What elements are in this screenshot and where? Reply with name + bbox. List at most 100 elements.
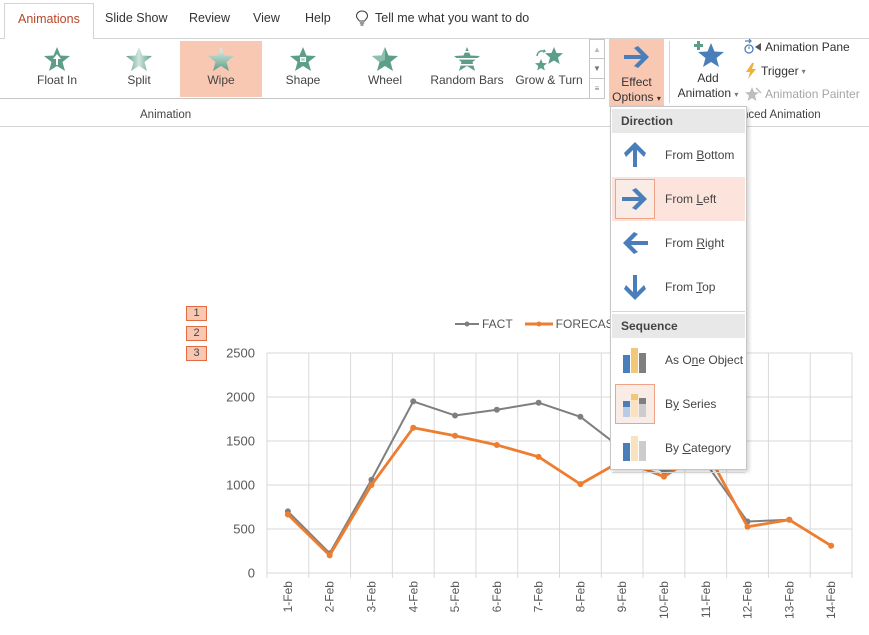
- wipe-star-icon: [208, 47, 234, 71]
- ribbon-tab-bar: Animations Slide Show Review View Help T…: [0, 0, 869, 40]
- x-tick-label: 13-Feb: [782, 581, 796, 619]
- add-animation-label-line2: Animation ▾: [674, 86, 742, 102]
- animation-pane-label: Animation Pane: [765, 40, 850, 54]
- x-tick-label: 12-Feb: [741, 581, 755, 619]
- menu-item-from-bottom[interactable]: From Bottom: [612, 133, 745, 177]
- shape-star-icon: [290, 47, 316, 71]
- menu-item-from-left[interactable]: From Left: [612, 177, 745, 221]
- chevron-down-icon: ▾: [656, 94, 661, 103]
- menu-item-as-one-object[interactable]: As One Object: [612, 338, 745, 382]
- x-tick-label: 14-Feb: [824, 581, 838, 619]
- line-chart[interactable]: 0 500 1000 1500 2000 2500 1-Feb 2-Feb 3-Feb 4-Feb…: [210, 340, 869, 635]
- tab-review[interactable]: Review: [176, 3, 243, 39]
- chevron-down-icon: ▾: [801, 66, 806, 76]
- split-star-icon: [126, 47, 152, 71]
- gallery-grow-turn[interactable]: Grow & Turn: [508, 41, 590, 97]
- menu-item-by-category[interactable]: By Category: [612, 426, 745, 470]
- x-tick-label: 6-Feb: [490, 581, 504, 613]
- data-point-forecast: [452, 432, 459, 439]
- data-point-fact: [452, 412, 459, 419]
- animation-tag-2[interactable]: 2: [186, 326, 207, 341]
- data-point-forecast: [577, 481, 584, 488]
- gallery-wheel[interactable]: Wheel: [344, 41, 426, 97]
- animation-tag-1[interactable]: 1: [186, 306, 207, 321]
- gallery-scroll-up-button[interactable]: ▲: [590, 40, 604, 60]
- data-point-forecast: [410, 424, 417, 431]
- effect-options-text: Options: [612, 90, 654, 104]
- gallery-float-in[interactable]: Float In: [16, 41, 98, 97]
- data-point-fact: [410, 398, 417, 405]
- effect-options-menu: Direction From Bottom From Left From Rig…: [610, 106, 747, 473]
- add-animation-text: Animation: [677, 86, 731, 100]
- arrow-up-icon: [615, 135, 655, 175]
- tab-view[interactable]: View: [240, 3, 293, 39]
- y-tick-label: 1000: [226, 478, 255, 493]
- legend-item-forecast: FORECAS: [524, 317, 614, 331]
- gallery-label: Grow & Turn: [515, 73, 583, 87]
- group-label-advanced-animation: nced Animation: [742, 109, 821, 121]
- animation-pane-button[interactable]: Animation Pane: [744, 37, 850, 57]
- data-point-forecast: [828, 542, 835, 549]
- add-animation-star-icon: [694, 41, 724, 67]
- group-label-animation: Animation: [140, 109, 192, 121]
- tell-me-search[interactable]: Tell me what you want to do: [355, 3, 529, 33]
- x-tick-label: 3-Feb: [364, 581, 378, 613]
- y-tick-label: 500: [233, 522, 255, 537]
- gallery-shape[interactable]: Shape: [262, 41, 344, 97]
- as-one-object-icon: [615, 340, 655, 380]
- gallery-label: Float In: [36, 73, 78, 87]
- menu-item-label: By Series: [665, 397, 717, 411]
- effect-options-button[interactable]: Effect Options ▾: [609, 39, 664, 107]
- data-point-forecast: [284, 511, 291, 518]
- gallery-label: Wheel: [367, 73, 402, 87]
- y-tick-label: 0: [248, 566, 255, 581]
- gallery-label: Wipe: [207, 73, 235, 87]
- tab-slide-show[interactable]: Slide Show: [92, 3, 181, 39]
- tab-help[interactable]: Help: [292, 3, 344, 39]
- menu-item-label: From Right: [665, 236, 725, 250]
- data-point-forecast: [368, 482, 375, 488]
- trigger-button[interactable]: Trigger ▾: [744, 61, 806, 81]
- gallery-split[interactable]: Split: [98, 41, 180, 97]
- menu-item-from-right[interactable]: From Right: [612, 221, 745, 265]
- float-in-star-icon: [44, 47, 70, 71]
- animation-painter-button[interactable]: Animation Painter: [744, 84, 860, 104]
- menu-header-direction: Direction: [612, 109, 745, 133]
- by-series-icon: [615, 384, 655, 424]
- x-tick-label: 5-Feb: [448, 581, 462, 613]
- gallery-wipe[interactable]: Wipe: [180, 41, 262, 97]
- gallery-scroll-down-button[interactable]: ▼: [590, 59, 604, 79]
- arrow-left-icon: [615, 223, 655, 263]
- lightbulb-icon: [355, 10, 369, 26]
- data-point-forecast: [535, 453, 542, 460]
- gallery-more-button[interactable]: ≡: [590, 79, 604, 98]
- x-tick-label: 10-Feb: [657, 581, 671, 619]
- powerpoint-window: Animations Slide Show Review View Help T…: [0, 0, 869, 635]
- lightning-icon: [746, 63, 756, 79]
- legend-forecast-marker: [524, 321, 553, 327]
- menu-item-label: From Bottom: [665, 148, 735, 162]
- gallery-random-bars[interactable]: Random Bars: [426, 41, 508, 97]
- gallery-label: Random Bars: [430, 73, 504, 87]
- x-tick-label: 9-Feb: [615, 581, 629, 613]
- animation-tag-3[interactable]: 3: [186, 346, 207, 361]
- menu-item-from-top[interactable]: From Top: [612, 265, 745, 309]
- menu-item-label: From Top: [665, 280, 716, 294]
- legend-label: FORECAS: [555, 317, 614, 331]
- tab-animations[interactable]: Animations: [4, 3, 94, 40]
- tell-me-text: Tell me what you want to do: [375, 11, 530, 25]
- data-point-fact: [577, 413, 584, 420]
- data-point-forecast: [493, 441, 500, 448]
- random-bars-star-icon: [453, 47, 481, 71]
- menu-item-by-series[interactable]: By Series: [612, 382, 745, 426]
- animation-painter-icon: [745, 87, 762, 101]
- add-animation-label-line1: Add: [697, 71, 719, 85]
- menu-separator: [612, 472, 745, 473]
- gallery-scrollbar: ▲ ▼ ≡: [590, 39, 605, 99]
- add-animation-button[interactable]: Add Animation ▾: [674, 39, 742, 107]
- data-point-forecast: [744, 523, 751, 530]
- chart-legend: FACT FORECAS: [455, 317, 614, 331]
- data-point-fact: [493, 406, 500, 413]
- arrow-right-icon: [623, 46, 649, 68]
- gallery-label: Shape: [285, 73, 321, 87]
